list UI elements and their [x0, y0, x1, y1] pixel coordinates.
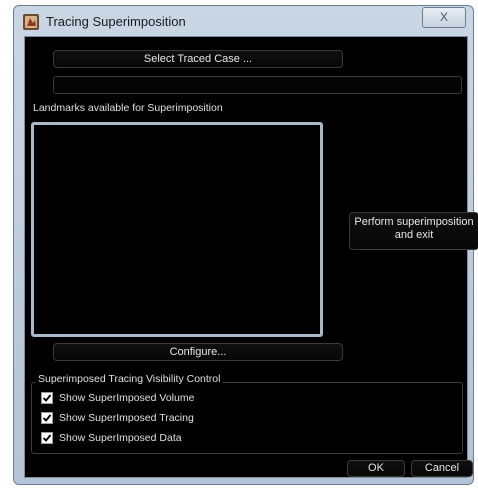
app-icon: [23, 14, 39, 30]
select-traced-case-label: Select Traced Case ...: [143, 53, 253, 65]
visibility-control-title: Superimposed Tracing Visibility Control: [35, 373, 224, 385]
window-title: Tracing Superimposition: [46, 14, 186, 29]
show-tracing-row[interactable]: Show SuperImposed Tracing: [41, 410, 194, 426]
ok-button[interactable]: OK: [347, 460, 405, 477]
landmarks-label: Landmarks available for Superimposition: [33, 102, 223, 114]
dialog-client-area: Select Traced Case ... Landmarks availab…: [24, 36, 478, 478]
perform-superimposition-label-line1: Perform superimposition: [354, 216, 474, 228]
title-bar[interactable]: Tracing Superimposition X: [14, 6, 473, 36]
perform-superimposition-label-line2: and exit: [394, 229, 434, 241]
ok-label: OK: [368, 462, 384, 474]
landmarks-list[interactable]: [31, 122, 323, 337]
show-tracing-label: Show SuperImposed Tracing: [59, 412, 194, 424]
show-data-checkbox[interactable]: [41, 432, 53, 444]
close-button[interactable]: X: [422, 7, 466, 28]
show-data-label: Show SuperImposed Data: [59, 432, 182, 444]
check-icon: [42, 394, 52, 402]
traced-case-path-field[interactable]: [53, 76, 462, 94]
check-icon: [42, 434, 52, 442]
cancel-button[interactable]: Cancel: [411, 460, 473, 477]
traced-case-path-value: [54, 81, 58, 93]
cancel-label: Cancel: [424, 462, 460, 474]
configure-label: Configure...: [169, 346, 227, 358]
tracing-superimposition-dialog: Tracing Superimposition X Select Traced …: [13, 5, 478, 485]
select-traced-case-button[interactable]: Select Traced Case ...: [53, 50, 343, 68]
close-icon: X: [439, 10, 448, 24]
show-volume-label: Show SuperImposed Volume: [59, 392, 195, 404]
show-data-row[interactable]: Show SuperImposed Data: [41, 430, 182, 446]
configure-button[interactable]: Configure...: [53, 343, 343, 361]
show-tracing-checkbox[interactable]: [41, 412, 53, 424]
show-volume-row[interactable]: Show SuperImposed Volume: [41, 390, 194, 406]
perform-superimposition-button[interactable]: Perform superimposition and exit: [349, 212, 478, 250]
show-volume-checkbox[interactable]: [41, 392, 53, 404]
check-icon: [42, 414, 52, 422]
